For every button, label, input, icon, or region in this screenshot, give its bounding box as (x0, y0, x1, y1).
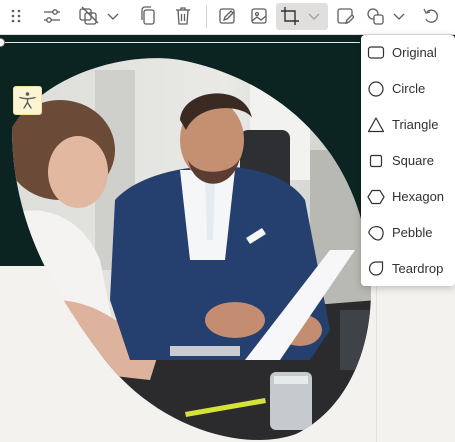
shape-option-label: Original (392, 45, 437, 60)
shape-option-label: Hexagon (392, 189, 445, 204)
undo-button[interactable] (418, 3, 444, 30)
shape-option-teardrop[interactable]: Teardrop (361, 253, 455, 283)
shape-option-pebble[interactable]: Pebble (361, 217, 455, 247)
delete-icon (176, 7, 190, 25)
shape-menu: Original Circle Triangle Square Hexagon … (361, 35, 455, 286)
drag-handle-button[interactable] (6, 3, 26, 30)
replace-image-button[interactable] (246, 3, 272, 30)
shape-option-label: Square (392, 153, 434, 168)
replace-image-icon (251, 8, 267, 24)
accessibility-icon (19, 92, 36, 109)
triangle-icon (367, 117, 385, 133)
shape-option-label: Triangle (392, 117, 439, 132)
rounded-rectangle-icon (367, 46, 385, 59)
alt-text-button[interactable] (333, 3, 357, 30)
shape-option-label: Pebble (392, 225, 433, 240)
chevron-down-icon (308, 13, 320, 20)
drag-handle-icon (11, 9, 21, 23)
hexagon-icon (367, 189, 385, 205)
shape-option-square[interactable]: Square (361, 145, 455, 175)
shape-icon (367, 8, 384, 25)
edit-image-icon (219, 8, 235, 24)
copy-icon (141, 6, 155, 25)
square-icon (369, 154, 383, 168)
shape-option-triangle[interactable]: Triangle (361, 109, 455, 139)
shape-option-circle[interactable]: Circle (361, 73, 455, 103)
shape-button[interactable] (363, 3, 409, 30)
undo-icon (423, 8, 438, 23)
crop-button[interactable] (276, 3, 328, 30)
alt-text-icon (337, 8, 354, 25)
adjust-sliders-icon (44, 9, 60, 23)
image-toolbar (0, 0, 455, 35)
chevron-down-icon (393, 13, 405, 20)
toolbar-separator (206, 5, 207, 28)
image-filters-icon (79, 6, 99, 25)
edit-image-button[interactable] (214, 3, 240, 30)
shape-option-label: Teardrop (392, 261, 444, 276)
shape-option-hexagon[interactable]: Hexagon (361, 181, 455, 211)
accessibility-badge[interactable] (13, 86, 42, 115)
cropped-image[interactable] (0, 35, 377, 442)
shape-option-label: Circle (392, 81, 426, 96)
delete-button[interactable] (170, 3, 196, 30)
circle-icon (368, 81, 384, 97)
chevron-down-icon (107, 13, 119, 20)
image-filters-button[interactable] (75, 3, 123, 30)
shape-option-original[interactable]: Original (361, 37, 455, 67)
adjust-button[interactable] (38, 3, 66, 30)
teardrop-icon (368, 261, 384, 276)
copy-button[interactable] (135, 3, 161, 30)
pebble-icon (368, 226, 384, 241)
crop-icon (281, 7, 299, 25)
